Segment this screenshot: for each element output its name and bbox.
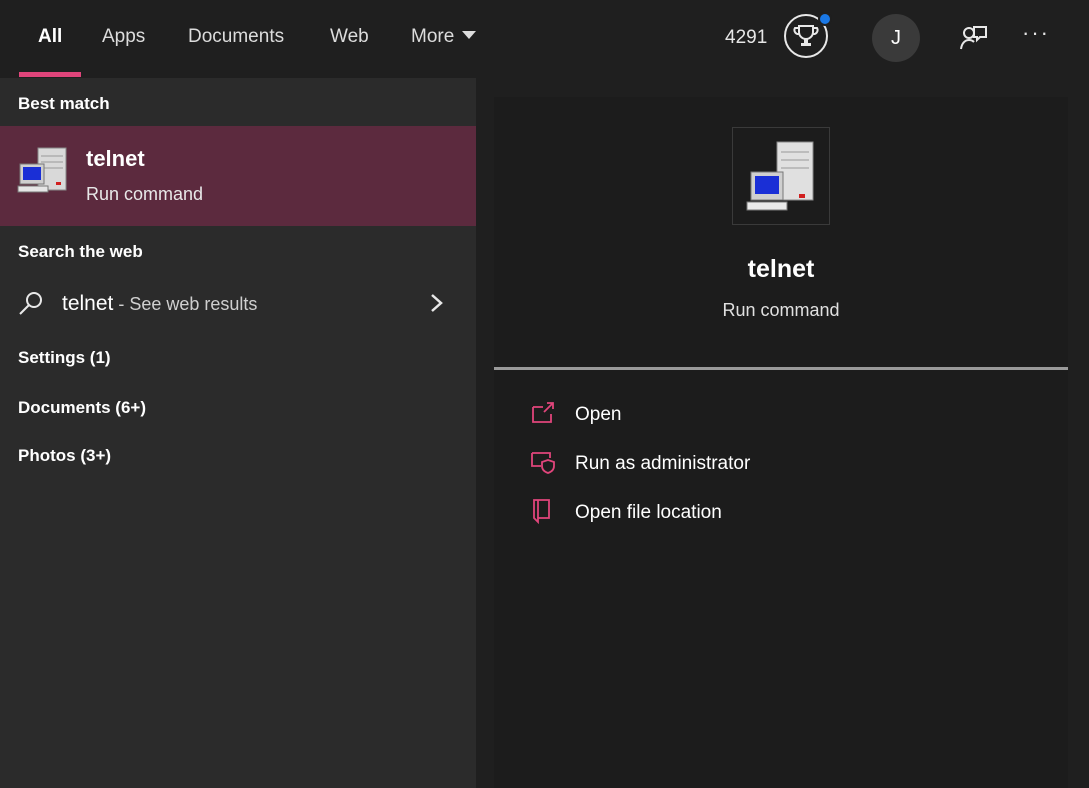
folder-location-icon (530, 498, 556, 525)
best-match-item[interactable]: telnet Run command (0, 126, 476, 226)
preview-pane: telnet Run command Open Run as administr… (494, 97, 1068, 788)
search-icon (18, 290, 44, 316)
web-result-item[interactable]: telnet - See web results (0, 278, 476, 330)
avatar[interactable]: J (872, 14, 920, 62)
telnet-app-icon (16, 144, 70, 200)
tab-more-label: More (411, 26, 455, 47)
run-as-admin-label: Run as administrator (575, 453, 751, 474)
tab-all[interactable]: All (38, 26, 62, 78)
web-result-text: telnet - See web results (62, 292, 257, 316)
web-result-suffix: - See web results (113, 294, 258, 314)
open-label: Open (575, 404, 622, 425)
results-pane: Best match telnet Run command Search the… (0, 78, 476, 788)
web-result-query: telnet (62, 292, 114, 315)
chevron-right-icon[interactable] (428, 292, 446, 314)
tab-apps[interactable]: Apps (102, 26, 145, 78)
search-web-header: Search the web (18, 242, 143, 261)
tab-documents[interactable]: Documents (188, 26, 284, 78)
preview-subtitle: Run command (722, 300, 840, 320)
shield-icon (530, 449, 556, 475)
feedback-icon[interactable] (956, 22, 990, 56)
open-file-location-label: Open file location (575, 502, 722, 523)
rewards-points[interactable]: 4291 (725, 27, 767, 49)
category-settings[interactable]: Settings (1) (18, 348, 111, 368)
pane-separator (476, 78, 494, 788)
search-filter-bar: All Apps Documents Web More 4291 J ··· (0, 0, 1089, 78)
best-match-header: Best match (18, 94, 110, 113)
best-match-title: telnet (86, 146, 145, 171)
tab-more[interactable]: More (411, 26, 477, 78)
notification-badge (818, 12, 832, 26)
telnet-large-icon (732, 127, 830, 225)
category-photos[interactable]: Photos (3+) (18, 446, 111, 466)
window-edge (1068, 78, 1089, 788)
category-documents[interactable]: Documents (6+) (18, 398, 146, 418)
chevron-down-icon (462, 31, 477, 39)
open-icon (530, 400, 556, 426)
more-options-icon[interactable]: ··· (1022, 20, 1050, 46)
preview-title: telnet (747, 255, 815, 283)
best-match-subtitle: Run command (86, 184, 204, 204)
tab-web[interactable]: Web (330, 26, 369, 78)
preview-divider (494, 367, 1068, 370)
active-tab-indicator (19, 72, 81, 77)
